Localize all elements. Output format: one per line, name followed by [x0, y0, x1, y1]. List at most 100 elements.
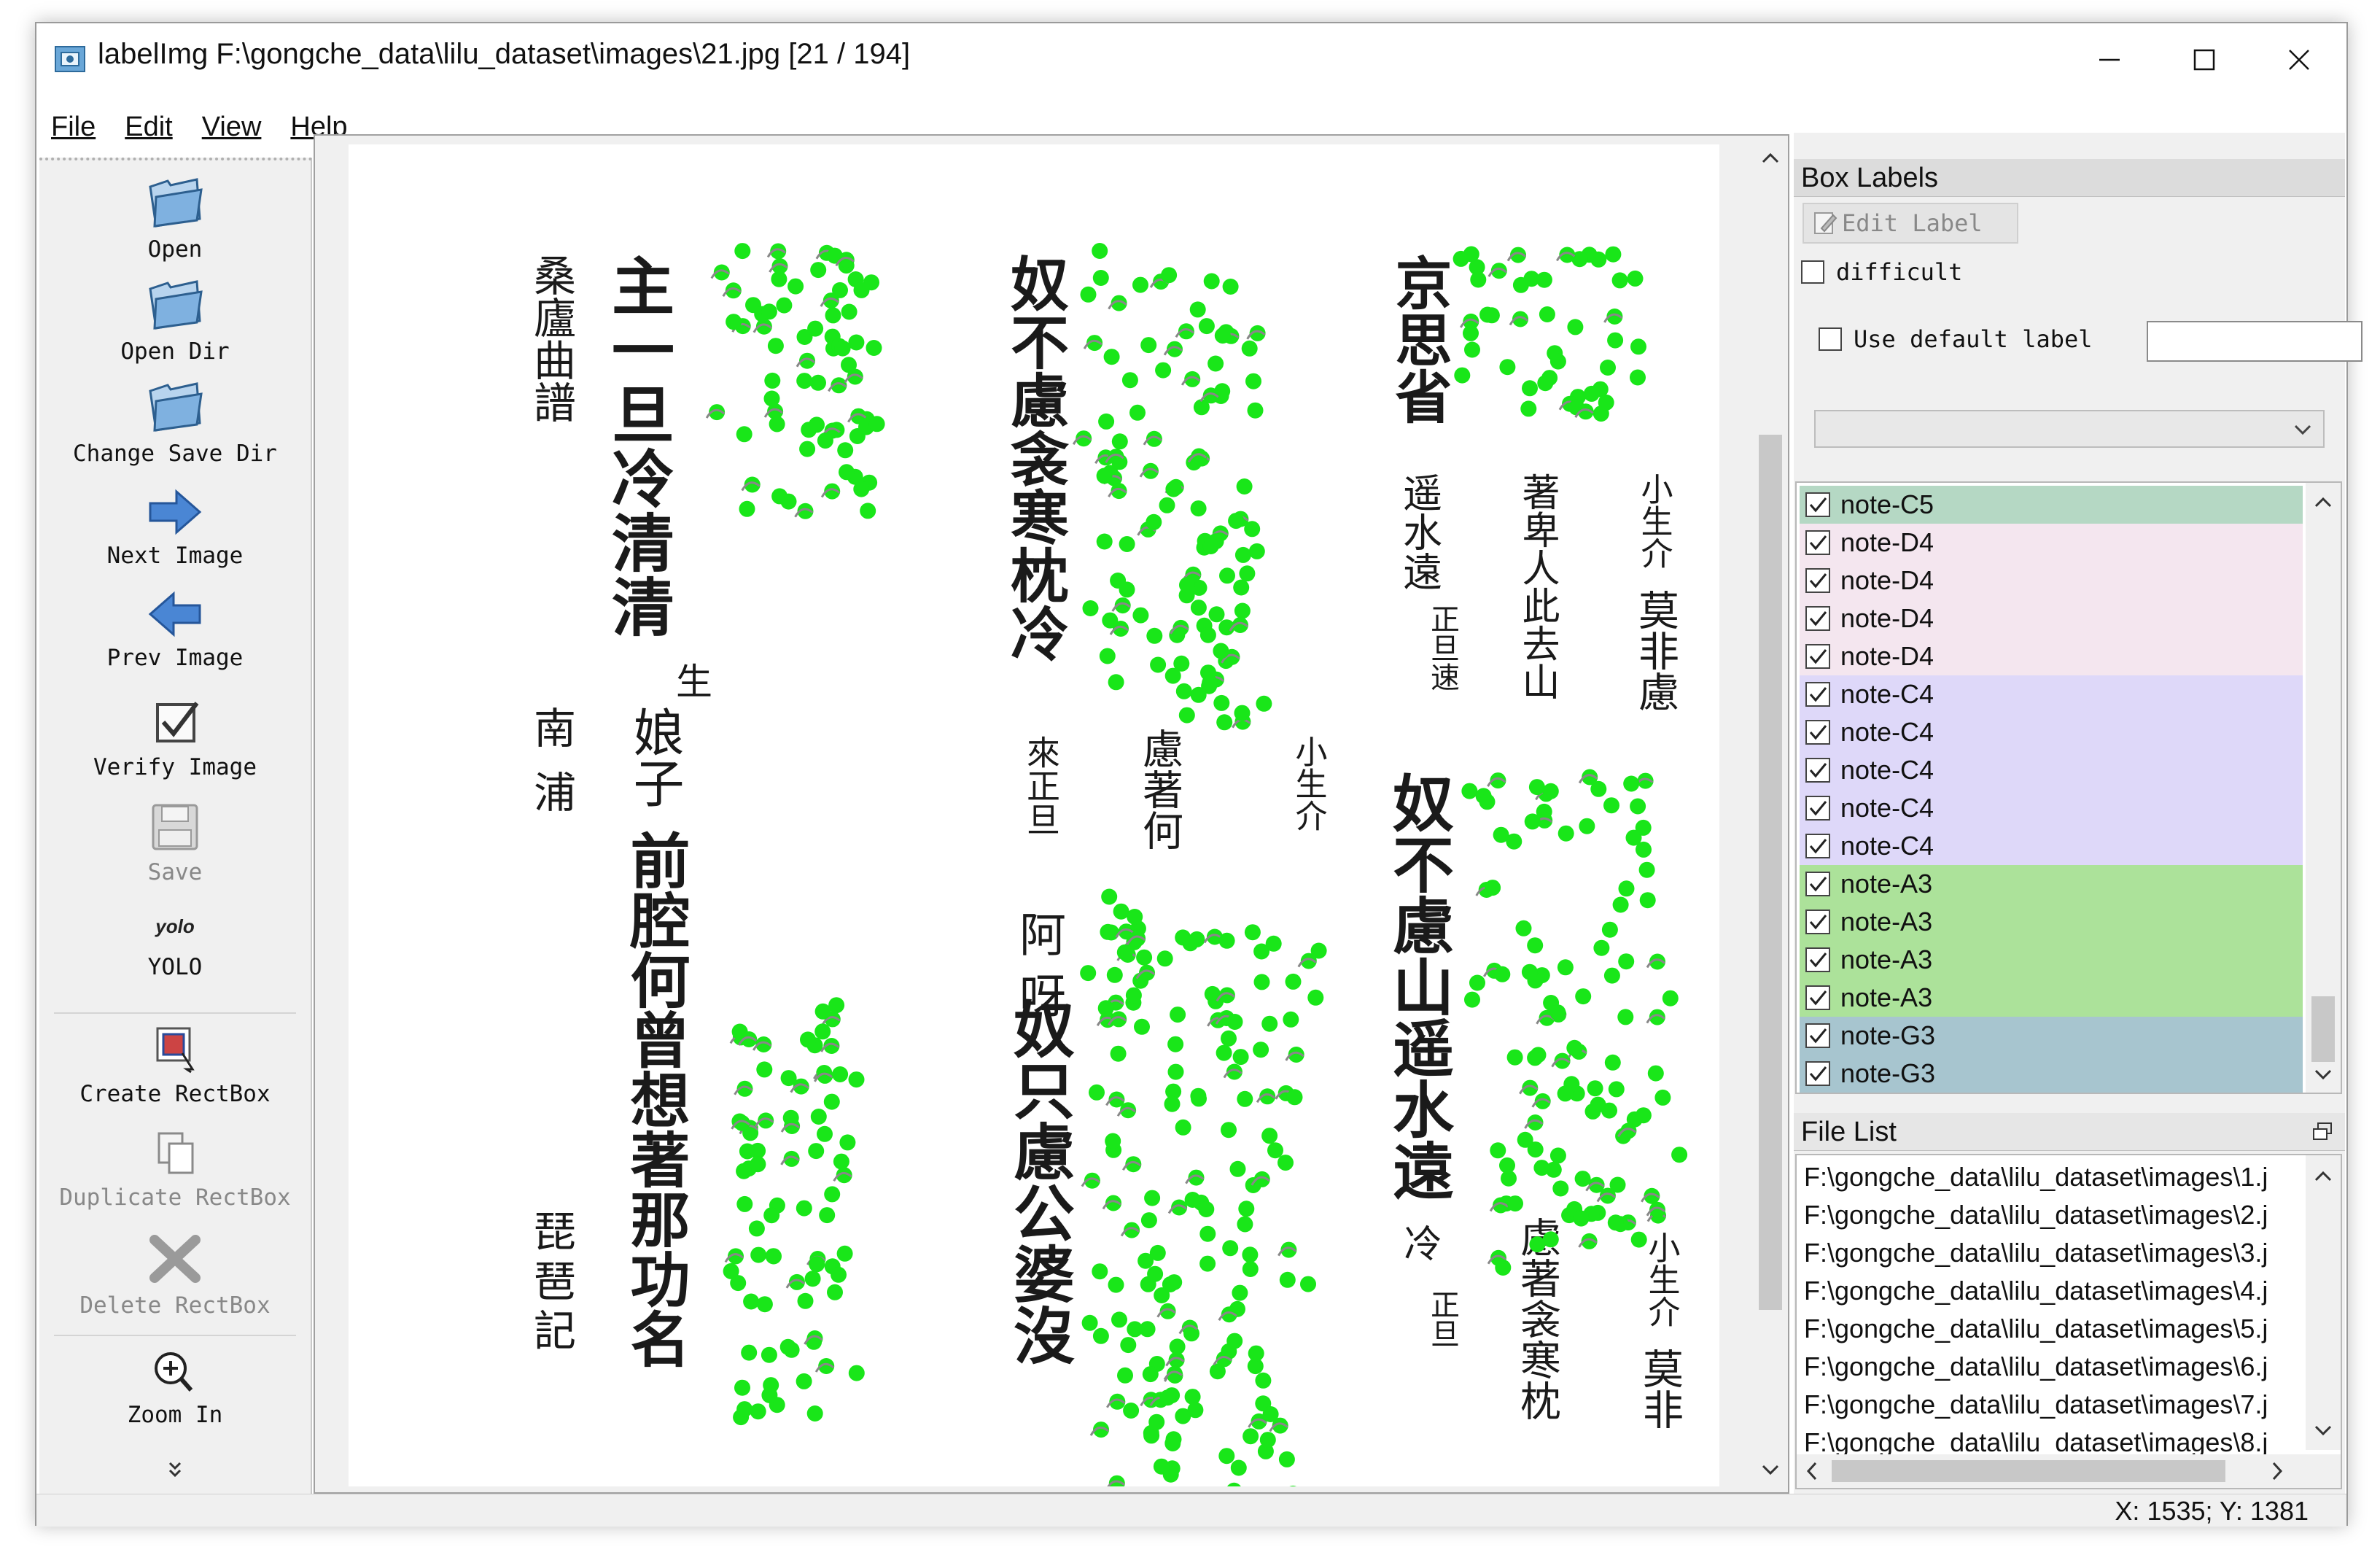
annotation-vertex[interactable] — [1102, 612, 1119, 629]
file-list-hscroll-thumb[interactable] — [1832, 1460, 2225, 1482]
annotation-vertex[interactable] — [1121, 372, 1138, 389]
label-visibility-checkbox[interactable] — [1805, 568, 1830, 593]
duplicate-rectbox-button[interactable]: Duplicate RectBox — [39, 1130, 311, 1211]
annotation-vertex[interactable] — [1495, 1260, 1512, 1276]
next-image-button[interactable]: Next Image — [39, 489, 311, 569]
use-default-label-checkbox-box[interactable] — [1819, 327, 1842, 351]
annotation-vertex[interactable] — [1242, 1261, 1259, 1277]
annotation-vertex[interactable] — [1623, 775, 1640, 792]
create-rectbox-button[interactable]: Create RectBox — [39, 1024, 311, 1107]
annotation-vertex[interactable] — [1521, 963, 1538, 980]
annotation-vertex[interactable] — [817, 1125, 833, 1142]
annotation-vertex[interactable] — [1639, 892, 1656, 909]
annotation-vertex[interactable] — [800, 1031, 816, 1048]
annotation-vertex[interactable] — [1218, 1448, 1235, 1465]
label-visibility-checkbox[interactable] — [1805, 606, 1830, 631]
annotation-vertex[interactable] — [1261, 1128, 1278, 1144]
annotation-vertex[interactable] — [841, 357, 857, 373]
annotation-vertex[interactable] — [1630, 1231, 1647, 1248]
menu-edit[interactable]: Edit — [110, 112, 187, 143]
annotation-vertex[interactable] — [1184, 1389, 1201, 1405]
float-dock-icon[interactable] — [2311, 1121, 2333, 1143]
label-visibility-checkbox[interactable] — [1805, 682, 1830, 707]
annotation-vertex[interactable] — [1169, 1338, 1186, 1355]
annotation-vertex[interactable] — [1096, 468, 1113, 484]
annotation-vertex[interactable] — [1202, 538, 1219, 554]
annotation-vertex[interactable] — [806, 1405, 823, 1422]
annotation-vertex[interactable] — [1080, 965, 1097, 982]
annotation-vertex[interactable] — [1092, 243, 1108, 259]
annotation-vertex[interactable] — [1208, 606, 1225, 623]
annotation-vertex[interactable] — [1573, 1210, 1590, 1227]
annotation-vertex[interactable] — [868, 416, 885, 433]
annotation-vertex[interactable] — [1132, 276, 1148, 293]
annotation-vertex[interactable] — [1530, 1047, 1547, 1063]
annotation-vertex[interactable] — [1198, 1201, 1215, 1217]
annotation-vertex[interactable] — [860, 503, 876, 519]
annotation-vertex[interactable] — [723, 1263, 739, 1279]
annotation-vertex[interactable] — [1226, 1333, 1243, 1349]
annotation-vertex[interactable] — [1527, 1141, 1544, 1158]
annotation-vertex[interactable] — [1609, 1176, 1626, 1193]
annotation-vertex[interactable] — [823, 1093, 840, 1110]
annotation-vertex[interactable] — [1184, 1192, 1201, 1208]
annotation-vertex[interactable] — [1117, 1367, 1133, 1384]
annotation-vertex[interactable] — [1111, 1311, 1127, 1328]
annotation-vertex[interactable] — [1147, 1265, 1164, 1282]
annotation-vertex[interactable] — [839, 1134, 856, 1151]
canvas-scroll-thumb[interactable] — [1759, 435, 1782, 1310]
difficult-checkbox[interactable]: difficult — [1801, 258, 1962, 286]
annotation-vertex[interactable] — [1237, 1216, 1253, 1233]
annotation-vertex[interactable] — [1213, 643, 1229, 659]
annotation-vertex[interactable] — [804, 1271, 821, 1287]
annotation-vertex[interactable] — [1524, 813, 1541, 830]
annotation-vertex[interactable] — [1239, 565, 1256, 582]
annotation-vertex[interactable] — [1520, 400, 1537, 417]
label-list-item[interactable]: note-C4 — [1800, 751, 2303, 789]
annotation-vertex[interactable] — [1164, 667, 1181, 684]
annotation-vertex[interactable] — [1608, 1081, 1625, 1098]
annotation-vertex[interactable] — [1261, 1015, 1278, 1032]
annotation-vertex[interactable] — [796, 373, 813, 389]
annotation-vertex[interactable] — [748, 1220, 765, 1237]
zoom-in-button[interactable]: Zoom In — [39, 1348, 311, 1428]
annotation-vertex[interactable] — [1213, 694, 1230, 711]
annotation-vertex[interactable] — [780, 1070, 797, 1087]
annotation-vertex[interactable] — [1278, 1451, 1295, 1467]
minimize-button[interactable] — [2062, 23, 2157, 96]
annotation-vertex[interactable] — [736, 1195, 753, 1212]
annotation-vertex[interactable] — [765, 1248, 782, 1265]
annotation-vertex[interactable] — [1584, 1103, 1601, 1120]
prev-image-button[interactable]: Prev Image — [39, 591, 311, 671]
annotation-vertex[interactable] — [1278, 1155, 1294, 1171]
annotation-vertex[interactable] — [1259, 1432, 1276, 1448]
annotation-vertex[interactable] — [1607, 332, 1624, 349]
annotation-vertex[interactable] — [1238, 1201, 1255, 1217]
annotation-vertex[interactable] — [1101, 888, 1118, 905]
annotation-vertex[interactable] — [1285, 973, 1302, 990]
open-dir-button[interactable]: Open Dir — [39, 277, 311, 365]
annotation-vertex[interactable] — [1499, 359, 1516, 376]
annotation-vertex[interactable] — [1528, 779, 1545, 796]
annotation-vertex[interactable] — [1111, 433, 1128, 450]
annotation-vertex[interactable] — [1232, 1284, 1248, 1301]
label-list-item[interactable]: note-C5 — [1800, 486, 2303, 524]
annotation-vertex[interactable] — [1233, 579, 1250, 596]
annotation-vertex[interactable] — [1549, 1004, 1566, 1021]
file-list-item[interactable]: F:\gongche_data\lilu_dataset\images\3.j — [1804, 1234, 2292, 1272]
verify-image-button[interactable]: Verify Image — [39, 700, 311, 780]
annotation-vertex[interactable] — [763, 390, 780, 407]
annotation-vertex[interactable] — [1161, 267, 1178, 284]
annotation-vertex[interactable] — [1549, 353, 1566, 370]
annotation-vertex[interactable] — [1598, 394, 1614, 411]
annotation-vertex[interactable] — [1140, 1212, 1157, 1229]
annotation-vertex[interactable] — [1635, 1107, 1652, 1124]
label-list-item[interactable]: note-C4 — [1800, 827, 2303, 865]
file-list-scrollbar[interactable] — [2306, 1155, 2341, 1450]
annotation-vertex[interactable] — [756, 1061, 773, 1078]
annotation-vertex[interactable] — [1105, 1133, 1121, 1149]
annotation-vertex[interactable] — [808, 1143, 825, 1160]
annotation-vertex[interactable] — [848, 1071, 865, 1088]
annotation-vertex[interactable] — [1567, 319, 1584, 336]
annotation-vertex[interactable] — [1167, 1063, 1184, 1080]
